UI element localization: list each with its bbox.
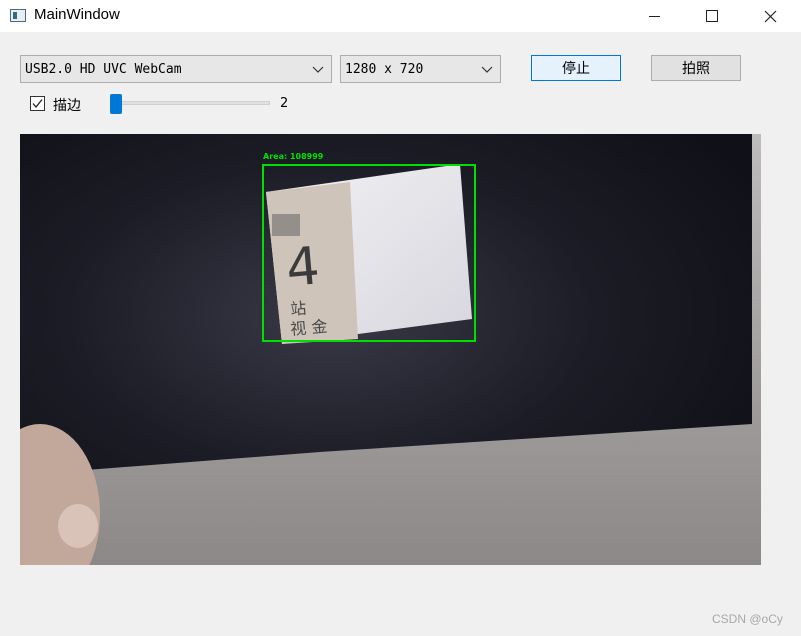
minimize-button[interactable]	[625, 0, 683, 32]
chevron-down-icon	[481, 66, 493, 73]
chevron-down-icon	[312, 66, 324, 73]
maximize-icon	[706, 10, 718, 22]
camera-preview: 4 站 视 金 Area: 108999	[20, 134, 761, 565]
paper-note: 4 站 视 金	[266, 164, 472, 344]
svg-text:4: 4	[284, 236, 322, 299]
window-title: MainWindow	[34, 6, 120, 23]
resolution-select-value: 1280 x 720	[345, 62, 424, 77]
camera-select[interactable]: USB2.0 HD UVC WebCam	[20, 55, 332, 83]
photo-button[interactable]: 拍照	[651, 55, 741, 81]
checkmark-icon	[32, 99, 43, 109]
stop-button[interactable]: 停止	[531, 55, 621, 81]
thickness-slider-track[interactable]	[110, 101, 270, 105]
outline-label: 描边	[53, 98, 81, 114]
svg-text:站: 站	[290, 298, 308, 318]
thickness-slider-handle[interactable]	[110, 94, 122, 114]
resolution-select[interactable]: 1280 x 720	[340, 55, 501, 83]
close-button[interactable]	[741, 0, 799, 32]
main-window: MainWindow USB2.0 HD UVC WebCam 1280 x 7…	[0, 0, 801, 636]
area-label: Area: 108999	[263, 152, 324, 161]
camera-select-value: USB2.0 HD UVC WebCam	[25, 62, 182, 77]
outline-checkbox[interactable]	[30, 96, 45, 111]
thickness-value: 2	[280, 96, 289, 111]
maximize-button[interactable]	[683, 0, 741, 32]
title-bar[interactable]: MainWindow	[0, 0, 801, 32]
minimize-icon	[648, 15, 660, 17]
app-window-icon	[10, 9, 26, 22]
watermark: CSDN @oCy	[712, 612, 783, 626]
camera-frame: 4 站 视 金 Area: 108999	[20, 134, 761, 565]
svg-text:视 金: 视 金	[290, 317, 329, 339]
close-icon	[764, 10, 776, 22]
